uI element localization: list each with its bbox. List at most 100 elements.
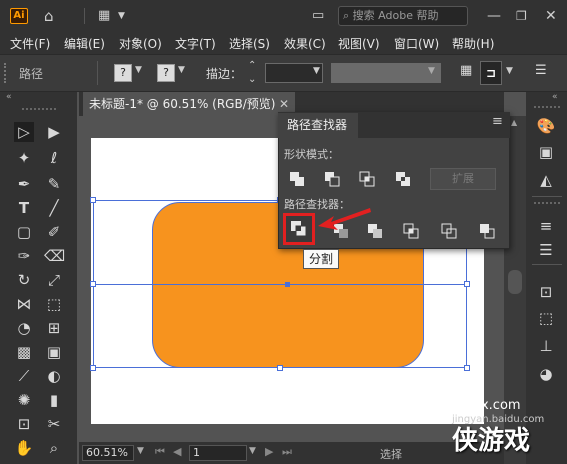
grip-handle[interactable] <box>534 106 560 108</box>
resize-handle[interactable] <box>464 281 470 287</box>
curvature-tool-icon[interactable]: ✎ <box>44 174 64 194</box>
chevron-down-icon[interactable]: ▼ <box>118 0 125 32</box>
eraser-tool-icon[interactable]: ⌫ <box>44 246 65 266</box>
blend-tool-icon[interactable]: ◐ <box>44 366 64 386</box>
menu-help[interactable]: 帮助(H) <box>452 35 494 52</box>
chevron-down-icon[interactable]: ▼ <box>135 65 142 75</box>
gradient-panel-icon[interactable]: ◭ <box>535 170 557 190</box>
align-panel-icon[interactable]: ⬚ <box>535 308 557 328</box>
stepper-icon[interactable]: ⌃ ⌄ <box>248 59 256 87</box>
menu-window[interactable]: 窗口(W) <box>394 35 439 52</box>
resize-handle[interactable] <box>464 365 470 371</box>
path-line[interactable] <box>93 284 467 285</box>
expand-button[interactable]: 扩展 <box>430 168 496 190</box>
resize-handle[interactable] <box>277 365 283 371</box>
grip-handle[interactable] <box>22 108 56 110</box>
swatches-icon[interactable]: ▣ <box>535 142 557 162</box>
last-artboard-icon[interactable]: ⏭ <box>282 445 292 459</box>
divide-button[interactable] <box>283 213 315 245</box>
collapse-icon[interactable]: « <box>552 92 558 102</box>
resize-handle[interactable] <box>90 365 96 371</box>
panel-layout-icon[interactable]: ▭ <box>312 0 324 32</box>
restore-icon[interactable]: ❐ <box>516 0 527 32</box>
color-palette-icon[interactable]: 🎨 <box>535 116 557 136</box>
grip-handle[interactable] <box>534 202 560 204</box>
magic-wand-tool-icon[interactable]: ✦ <box>14 148 34 168</box>
direct-selection-tool-icon[interactable]: ▶ <box>44 122 64 142</box>
transform-icon[interactable]: ⊐ <box>480 61 502 85</box>
menu-effect[interactable]: 效果(C) <box>284 35 326 52</box>
collapse-icon[interactable]: « <box>6 92 12 102</box>
zoom-tool-icon[interactable]: ⌕ <box>44 438 64 458</box>
crop-button[interactable] <box>400 220 422 242</box>
perspective-grid-tool-icon[interactable]: ⊞ <box>44 318 64 338</box>
artboard-tool-icon[interactable]: ⊡ <box>14 414 34 434</box>
scroll-up-icon[interactable]: ▲ <box>511 118 517 127</box>
menu-edit[interactable]: 编辑(E) <box>64 35 105 52</box>
previous-artboard-icon[interactable]: ◀ <box>173 445 181 458</box>
pathfinder-title[interactable]: 路径查找器 <box>278 113 358 138</box>
search-input[interactable]: ⌕ 搜索 Adobe 帮助 <box>338 6 468 26</box>
zoom-level[interactable]: 60.51% <box>82 445 134 461</box>
transparency-icon[interactable]: ☰ <box>535 240 557 260</box>
rectangle-tool-icon[interactable]: ▢ <box>14 222 34 242</box>
variable-width-profile[interactable] <box>331 63 441 83</box>
more-options-icon[interactable]: ☰ <box>535 63 547 78</box>
next-artboard-icon[interactable]: ▶ <box>265 445 273 458</box>
home-icon[interactable]: ⌂ <box>44 0 54 32</box>
column-graph-tool-icon[interactable]: ▮ <box>44 390 64 410</box>
chevron-down-icon[interactable]: ▼ <box>506 66 513 76</box>
menu-file[interactable]: 文件(F) <box>10 35 50 52</box>
eyedropper-tool-icon[interactable]: ⟋ <box>14 366 34 386</box>
menu-view[interactable]: 视图(V) <box>338 35 380 52</box>
width-tool-icon[interactable]: ⋈ <box>14 294 34 314</box>
free-transform-tool-icon[interactable]: ⬚ <box>44 294 64 314</box>
lasso-tool-icon[interactable]: ℓ <box>44 148 64 168</box>
stroke-swatch[interactable]: ? <box>157 64 175 82</box>
chevron-down-icon[interactable]: ▼ <box>137 446 144 456</box>
symbol-sprayer-tool-icon[interactable]: ✺ <box>14 390 34 410</box>
line-tool-icon[interactable]: ╱ <box>44 198 64 218</box>
resize-handle[interactable] <box>90 197 96 203</box>
resize-handle[interactable] <box>90 281 96 287</box>
minimize-icon[interactable]: — <box>487 0 501 32</box>
pen-tool-icon[interactable]: ✒ <box>14 174 34 194</box>
chevron-down-icon[interactable]: ▼ <box>178 65 185 75</box>
menu-type[interactable]: 文字(T) <box>175 35 216 52</box>
chevron-down-icon[interactable]: ▼ <box>249 446 256 456</box>
menu-object[interactable]: 对象(O) <box>119 35 162 52</box>
distribute-icon[interactable]: ⊥ <box>535 336 557 356</box>
grip-handle[interactable] <box>4 63 6 83</box>
hand-tool-icon[interactable]: ✋ <box>14 438 34 458</box>
shaper-tool-icon[interactable]: ✑ <box>14 246 34 266</box>
workspace-layout-icon[interactable]: ▦ <box>98 0 110 32</box>
document-tab[interactable]: 未标题-1* @ 60.51% (RGB/预览) ✕ <box>83 92 295 116</box>
rotate-tool-icon[interactable]: ↻ <box>14 270 34 290</box>
mesh-tool-icon[interactable]: ▩ <box>14 342 34 362</box>
chevron-down-icon[interactable]: ▼ <box>313 66 320 76</box>
selection-tool-icon[interactable]: ▷ <box>14 122 34 142</box>
menu-select[interactable]: 选择(S) <box>229 35 270 52</box>
type-tool-icon[interactable]: T <box>14 198 34 218</box>
paintbrush-tool-icon[interactable]: ✐ <box>44 222 64 242</box>
artboard-number[interactable]: 1 <box>189 445 247 461</box>
transform-panel-icon[interactable]: ⊡ <box>535 282 557 302</box>
align-icon[interactable]: ▦ <box>460 63 472 78</box>
pathfinder-panel-icon[interactable]: ◕ <box>535 364 557 384</box>
fill-swatch[interactable]: ? <box>114 64 132 82</box>
slice-tool-icon[interactable]: ✂ <box>44 414 64 434</box>
exclude-button[interactable] <box>392 168 414 190</box>
chevron-down-icon[interactable]: ▼ <box>428 66 435 76</box>
unite-button[interactable] <box>286 168 308 190</box>
stroke-panel-icon[interactable]: ≡ <box>535 216 557 236</box>
panel-menu-icon[interactable]: ≡ <box>492 114 503 129</box>
close-icon[interactable]: ✕ <box>545 0 557 32</box>
scale-tool-icon[interactable]: ⤢ <box>44 270 64 290</box>
minus-front-button[interactable] <box>321 168 343 190</box>
first-artboard-icon[interactable]: ⏮ <box>155 445 165 459</box>
scrollbar-thumb[interactable] <box>508 270 522 294</box>
minus-back-button[interactable] <box>476 220 498 242</box>
shape-builder-tool-icon[interactable]: ◔ <box>14 318 34 338</box>
outline-button[interactable] <box>438 220 460 242</box>
intersect-button[interactable] <box>356 168 378 190</box>
